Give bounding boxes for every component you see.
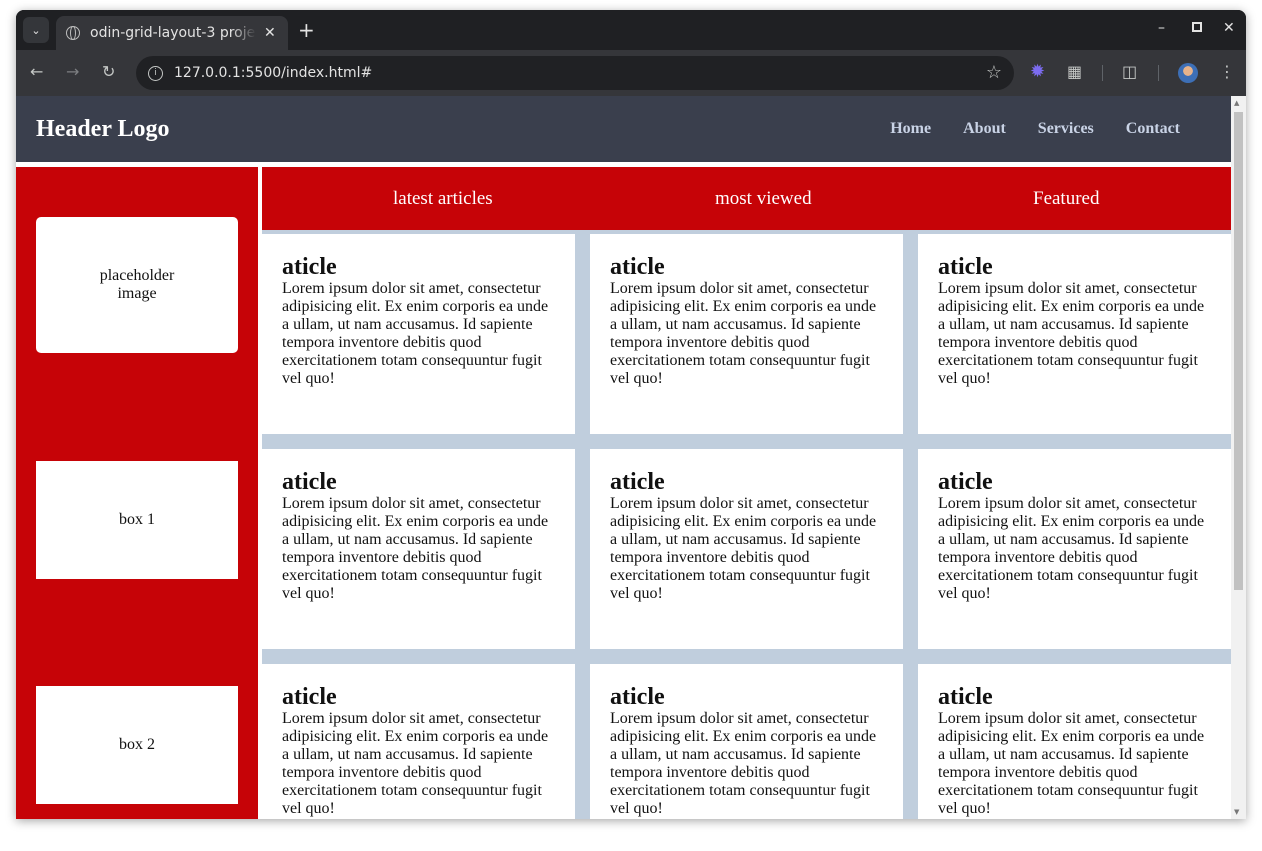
toolbar-separator [1158, 65, 1159, 81]
plus-icon[interactable]: + [298, 19, 315, 41]
article-body: Lorem ipsum dolor sit amet, consectetur … [282, 495, 549, 602]
nav-services[interactable]: Services [1038, 120, 1094, 138]
scroll-down-icon[interactable]: ▼ [1234, 808, 1239, 816]
address-bar[interactable]: i 127.0.0.1:5500/index.html# ☆ [136, 56, 1014, 90]
globe-icon [66, 26, 80, 40]
article-title[interactable]: aticle [610, 684, 887, 710]
article-tabs: latest articles most viewed Featured [262, 167, 1231, 230]
article-card: aticle Lorem ipsum dolor sit amet, conse… [262, 234, 575, 434]
scrollbar-thumb[interactable] [1234, 112, 1243, 590]
browser-window: ⌄ odin-grid-layout-3 project ✕ + – ✕ ← →… [16, 10, 1246, 819]
nav-about[interactable]: About [963, 120, 1006, 138]
article-body: Lorem ipsum dolor sit amet, consectetur … [938, 495, 1205, 602]
main-content: latest articles most viewed Featured ati… [262, 167, 1231, 819]
maximize-icon[interactable] [1192, 22, 1202, 32]
article-body: Lorem ipsum dolor sit amet, consectetur … [282, 280, 549, 387]
article-title[interactable]: aticle [282, 469, 559, 495]
kebab-menu-icon[interactable]: ⋮ [1219, 62, 1235, 82]
article-card: aticle Lorem ipsum dolor sit amet, conse… [590, 449, 903, 649]
article-body: Lorem ipsum dolor sit amet, consectetur … [938, 710, 1205, 817]
article-body: Lorem ipsum dolor sit amet, consectetur … [610, 495, 877, 602]
article-card: aticle Lorem ipsum dolor sit amet, conse… [590, 664, 903, 819]
web-page: Header Logo Home About Services Contact … [16, 96, 1231, 819]
article-body: Lorem ipsum dolor sit amet, consectetur … [938, 280, 1205, 387]
box-1-label: box 1 [119, 511, 155, 528]
article-title[interactable]: aticle [938, 469, 1215, 495]
box-2-label: box 2 [119, 736, 155, 753]
sidebar: placeholder image box 1 box 2 [16, 167, 258, 819]
article-title[interactable]: aticle [938, 254, 1215, 280]
article-title[interactable]: aticle [282, 254, 559, 280]
back-icon[interactable]: ← [30, 62, 43, 82]
article-title[interactable]: aticle [282, 684, 559, 710]
site-info-icon[interactable]: i [148, 65, 163, 81]
tab-featured[interactable]: Featured [1033, 188, 1099, 210]
article-card: aticle Lorem ipsum dolor sit amet, conse… [918, 449, 1231, 649]
article-title[interactable]: aticle [938, 684, 1215, 710]
star-icon[interactable]: ☆ [986, 62, 1002, 83]
article-card: aticle Lorem ipsum dolor sit amet, conse… [262, 449, 575, 649]
tab-list-icon[interactable]: ⌄ [23, 17, 49, 43]
tab-strip: ⌄ odin-grid-layout-3 project ✕ + – ✕ [16, 10, 1246, 50]
article-body: Lorem ipsum dolor sit amet, consectetur … [282, 710, 549, 817]
article-card: aticle Lorem ipsum dolor sit amet, conse… [262, 664, 575, 819]
placeholder-image-label: placeholder image [99, 267, 175, 302]
tab-latest-articles[interactable]: latest articles [393, 188, 493, 210]
site-header: Header Logo Home About Services Contact [16, 96, 1231, 162]
nav-home[interactable]: Home [890, 120, 931, 138]
forward-icon[interactable]: → [66, 62, 79, 82]
reload-icon[interactable]: ↻ [102, 62, 115, 82]
box-1: box 1 [36, 461, 238, 579]
browser-toolbar: ← → ↻ i 127.0.0.1:5500/index.html# ☆ ✹ ▦… [16, 50, 1246, 96]
tab-title: odin-grid-layout-3 project [90, 25, 256, 41]
tab-most-viewed[interactable]: most viewed [715, 188, 812, 210]
article-card: aticle Lorem ipsum dolor sit amet, conse… [590, 234, 903, 434]
nav-contact[interactable]: Contact [1126, 120, 1180, 138]
profile-avatar[interactable] [1178, 63, 1198, 83]
close-icon[interactable]: ✕ [264, 25, 276, 41]
box-2: box 2 [36, 686, 238, 804]
placeholder-image: placeholder image [36, 217, 238, 353]
article-card: aticle Lorem ipsum dolor sit amet, conse… [918, 664, 1231, 819]
minimize-icon[interactable]: – [1158, 20, 1165, 36]
article-body: Lorem ipsum dolor sit amet, consectetur … [610, 280, 877, 387]
puzzle-icon[interactable]: ▦ [1067, 62, 1082, 82]
page-viewport: Header Logo Home About Services Contact … [16, 96, 1246, 819]
article-body: Lorem ipsum dolor sit amet, consectetur … [610, 710, 877, 817]
site-nav: Home About Services Contact [890, 120, 1180, 138]
url-text[interactable]: 127.0.0.1:5500/index.html# [174, 65, 372, 81]
window-close-icon[interactable]: ✕ [1223, 20, 1235, 36]
article-title[interactable]: aticle [610, 469, 887, 495]
extension-gear-icon[interactable]: ✹ [1030, 62, 1045, 82]
header-logo[interactable]: Header Logo [36, 116, 170, 143]
toolbar-separator [1102, 65, 1103, 81]
browser-tab[interactable]: odin-grid-layout-3 project ✕ [56, 16, 288, 50]
reading-list-icon[interactable]: ◫ [1122, 62, 1137, 82]
scroll-up-icon[interactable]: ▲ [1234, 99, 1239, 107]
article-title[interactable]: aticle [610, 254, 887, 280]
article-card: aticle Lorem ipsum dolor sit amet, conse… [918, 234, 1231, 434]
vertical-scrollbar[interactable]: ▲ ▼ [1231, 96, 1246, 819]
